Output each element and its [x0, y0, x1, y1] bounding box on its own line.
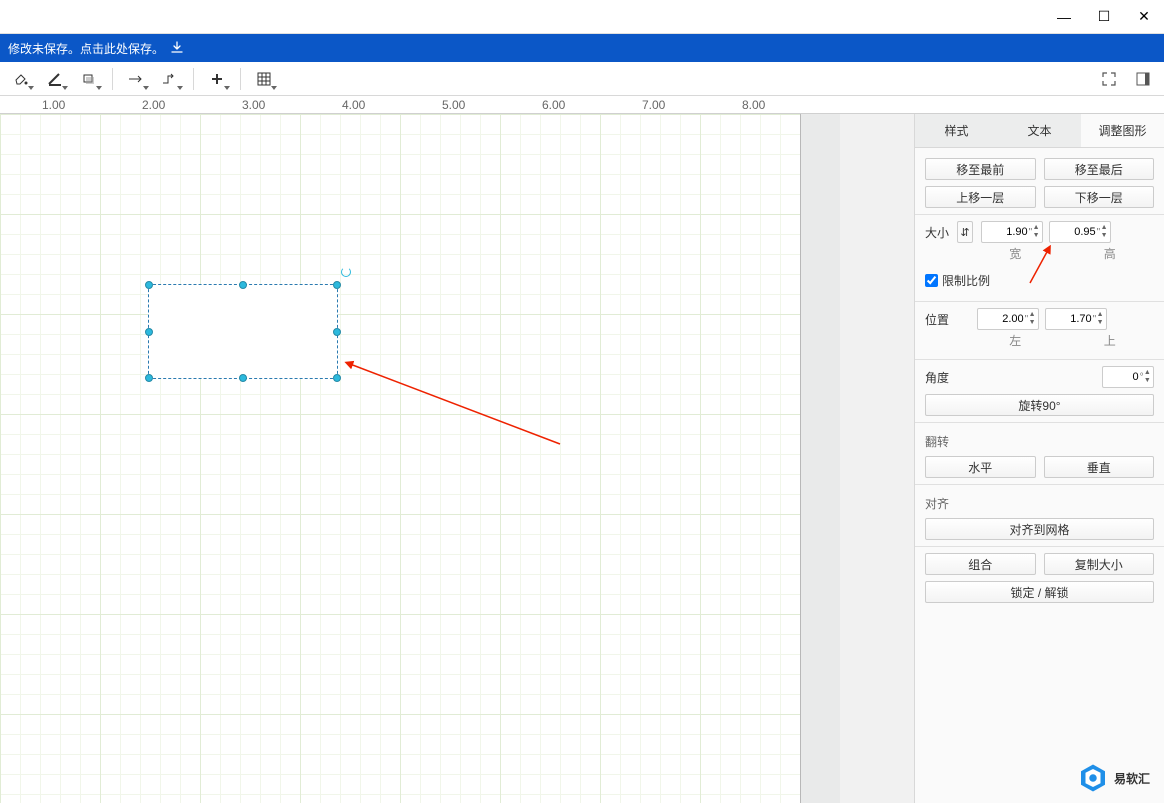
minimize-button[interactable]: — [1044, 0, 1084, 34]
resize-handle-s[interactable] [239, 374, 247, 382]
canvas[interactable] [0, 114, 914, 803]
constrain-label: 限制比例 [942, 272, 990, 289]
snap-to-grid-button[interactable]: 对齐到网格 [925, 518, 1154, 540]
resize-handle-w[interactable] [145, 328, 153, 336]
window-controls: — ☐ ✕ [1044, 0, 1164, 34]
align-label: 对齐 [925, 495, 1154, 512]
page-edge [800, 114, 840, 803]
send-backward-button[interactable]: 下移一层 [1044, 186, 1155, 208]
canvas-grid [0, 114, 914, 803]
flip-label: 翻转 [925, 433, 1154, 450]
divider [915, 422, 1164, 423]
toolbar-separator [240, 68, 241, 90]
tab-adjust-shape[interactable]: 调整图形 [1081, 114, 1164, 147]
window-titlebar: — ☐ ✕ [0, 0, 1164, 34]
group-button[interactable]: 组合 [925, 553, 1036, 575]
toolbar-separator [112, 68, 113, 90]
stroke-tool[interactable] [40, 65, 70, 93]
resize-handle-e[interactable] [333, 328, 341, 336]
watermark-icon [1078, 763, 1108, 793]
watermark-text: 易软汇 [1114, 770, 1150, 787]
unsaved-text: 修改未保存。点击此处保存。 [8, 40, 164, 57]
divider [915, 301, 1164, 302]
position-label: 位置 [925, 311, 949, 328]
divider [915, 546, 1164, 547]
canvas-gutter [840, 114, 914, 803]
horizontal-ruler: 1.00 2.00 3.00 4.00 5.00 6.00 7.00 8.00 [0, 96, 1164, 114]
send-to-back-button[interactable]: 移至最后 [1044, 158, 1155, 180]
resize-handle-se[interactable] [333, 374, 341, 382]
format-toolbar [0, 62, 1164, 96]
height-input[interactable]: " ▲▼ [1049, 221, 1111, 243]
bring-to-front-button[interactable]: 移至最前 [925, 158, 1036, 180]
fullscreen-button[interactable] [1094, 65, 1124, 93]
close-button[interactable]: ✕ [1124, 0, 1164, 34]
properties-panel: 样式 文本 调整图形 移至最前 移至最后 上移一层 下移一层 大小 ⇵ " ▲▼ [914, 114, 1164, 803]
angle-input[interactable]: ° ▲▼ [1102, 366, 1154, 388]
width-input[interactable]: " ▲▼ [981, 221, 1043, 243]
constrain-proportions-checkbox[interactable] [925, 274, 938, 287]
toggle-panel-button[interactable] [1128, 65, 1158, 93]
position-left-input[interactable]: " ▲▼ [977, 308, 1039, 330]
rotate-handle[interactable] [341, 267, 351, 277]
panel-tabs: 样式 文本 调整图形 [915, 114, 1164, 148]
size-label: 大小 [925, 224, 949, 241]
position-top-input[interactable]: " ▲▼ [1045, 308, 1107, 330]
resize-handle-sw[interactable] [145, 374, 153, 382]
copy-size-button[interactable]: 复制大小 [1044, 553, 1155, 575]
divider [915, 359, 1164, 360]
flip-horizontal-button[interactable]: 水平 [925, 456, 1036, 478]
watermark: 易软汇 [1078, 763, 1150, 793]
resize-handle-nw[interactable] [145, 281, 153, 289]
selected-shape[interactable] [148, 284, 338, 379]
fill-tool[interactable] [6, 65, 36, 93]
divider [915, 214, 1164, 215]
connector-tool[interactable] [155, 65, 185, 93]
lock-unlock-button[interactable]: 锁定 / 解锁 [925, 581, 1154, 603]
download-icon [170, 41, 184, 55]
toolbar-separator [193, 68, 194, 90]
tab-text[interactable]: 文本 [998, 114, 1081, 147]
bring-forward-button[interactable]: 上移一层 [925, 186, 1036, 208]
flip-vertical-button[interactable]: 垂直 [1044, 456, 1155, 478]
add-tool[interactable] [202, 65, 232, 93]
angle-label: 角度 [925, 369, 1096, 386]
maximize-button[interactable]: ☐ [1084, 0, 1124, 34]
resize-handle-ne[interactable] [333, 281, 341, 289]
tab-style[interactable]: 样式 [915, 114, 998, 147]
grid-tool[interactable] [249, 65, 279, 93]
resize-handle-n[interactable] [239, 281, 247, 289]
aspect-lock-icon[interactable]: ⇵ [957, 221, 973, 243]
divider [915, 484, 1164, 485]
shadow-tool[interactable] [74, 65, 104, 93]
rotate-90-button[interactable]: 旋转90° [925, 394, 1154, 416]
unsaved-changes-bar[interactable]: 修改未保存。点击此处保存。 [0, 34, 1164, 62]
line-style-tool[interactable] [121, 65, 151, 93]
